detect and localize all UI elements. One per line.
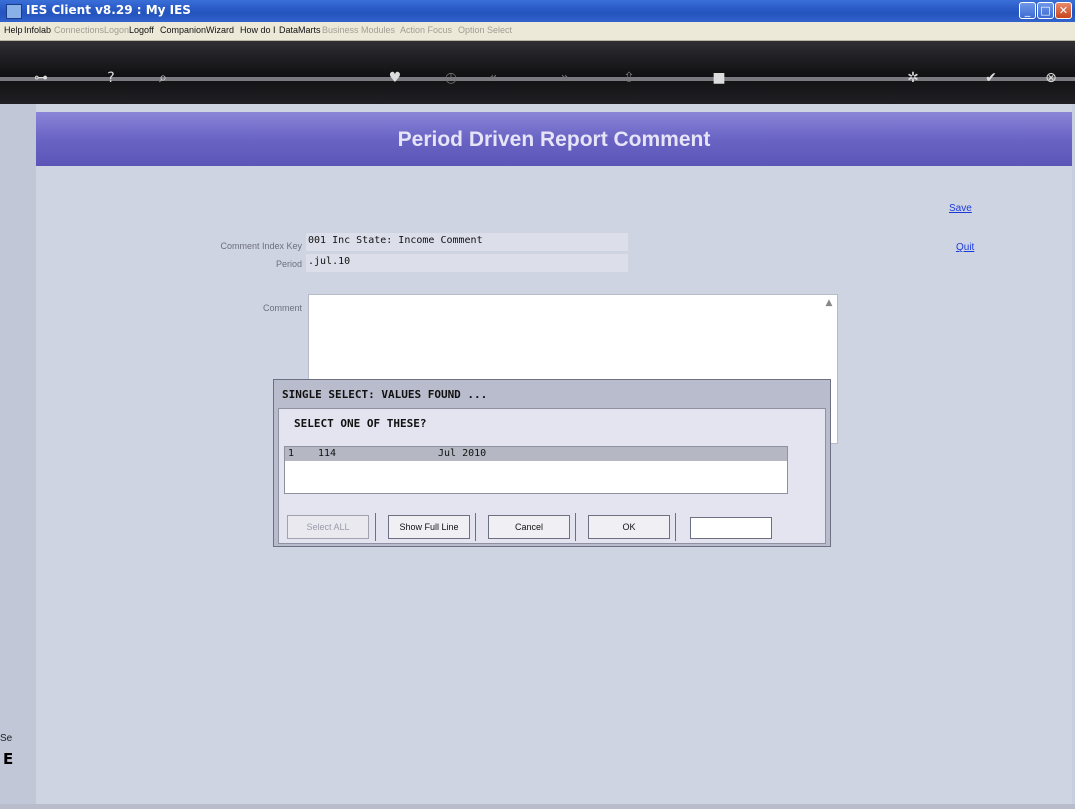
menu-action-focus: Action Focus [400,25,453,35]
show-full-line-button[interactable]: Show Full Line [388,515,470,539]
app-icon [6,4,22,19]
list-item-index: 1 [288,448,295,459]
close-icon[interactable]: ✕ [1055,2,1072,19]
help-icon[interactable]: ? [100,66,122,90]
filter-input[interactable] [690,517,772,539]
menu-companion[interactable]: Companion [160,25,206,35]
rewind-icon[interactable]: « [482,66,504,90]
key-icon[interactable]: ⊶ [30,66,52,90]
select-all-button: Select ALL [287,515,369,539]
menu-logoff[interactable]: Logoff [129,25,154,35]
left-panel-label: Se [0,733,13,744]
list-item-code: 114 [318,448,337,459]
options-icon[interactable]: ✲ [902,66,924,90]
clock-icon[interactable]: ◷ [440,66,462,90]
menu-connections: Connections [54,25,105,35]
button-separator [575,513,576,541]
upload-icon[interactable]: ⇧ [618,66,640,90]
toolbar: ⊶ ? ⌕ ♥ ◷ « » ⇧ ■ ✲ ✔ ⊗ [0,41,1075,104]
button-separator [675,513,676,541]
list-item[interactable]: 1 114 Jul 2010 [285,447,787,461]
left-panel-glyph: E [3,750,14,768]
close-icon[interactable]: ⊗ [1040,66,1062,90]
page-header: Period Driven Report Comment [36,112,1072,166]
comment-index-key-label: Comment Index Key [220,241,302,251]
heart-icon[interactable]: ♥ [384,66,406,90]
menu-business-modules: Business Modules [322,25,396,35]
status-bar [0,804,1075,809]
comment-label: Comment [262,303,302,313]
comment-index-key-field[interactable]: 001 Inc State: Income Comment [306,233,628,251]
maximize-icon[interactable]: □ [1037,2,1054,19]
cancel-button[interactable]: Cancel [488,515,570,539]
page-title: Period Driven Report Comment [397,128,711,151]
period-field[interactable]: .jul.10 [306,254,628,272]
title-bar[interactable]: IES Client v8.29 : My IES _ □ ✕ [0,0,1075,22]
button-separator [475,513,476,541]
list-item-period: Jul 2010 [438,448,487,459]
app-window: IES Client v8.29 : My IES _ □ ✕ Help Inf… [0,0,1075,809]
dialog-prompt: SELECT ONE OF THESE? [294,417,427,430]
scroll-up-icon[interactable]: ▲ [822,296,836,310]
menu-logon: Logon [104,25,130,35]
button-separator [375,513,376,541]
period-label: Period [275,259,302,269]
check-icon[interactable]: ✔ [980,66,1002,90]
menu-how-do-i[interactable]: How do I [240,25,276,35]
menu-bar: Help Infolab Connections Logon Logoff Co… [0,22,1075,41]
search-icon[interactable]: ⌕ [152,66,174,90]
quit-link[interactable]: Quit [956,242,974,253]
menu-datamarts[interactable]: DataMarts [279,25,321,35]
menu-option-select: Option Select [458,25,513,35]
stop-icon[interactable]: ■ [708,66,730,90]
menu-wizard[interactable]: Wizard [206,25,234,35]
save-link[interactable]: Save [949,203,972,214]
menu-infolab[interactable]: Infolab [24,25,51,35]
menu-help[interactable]: Help [4,25,23,35]
ok-button[interactable]: OK [588,515,670,539]
fast-forward-icon[interactable]: » [554,66,576,90]
dialog-title: SINGLE SELECT: VALUES FOUND ... [282,388,488,401]
minimize-icon[interactable]: _ [1019,2,1036,19]
window-title: IES Client v8.29 : My IES [26,3,191,17]
left-panel [0,104,36,804]
